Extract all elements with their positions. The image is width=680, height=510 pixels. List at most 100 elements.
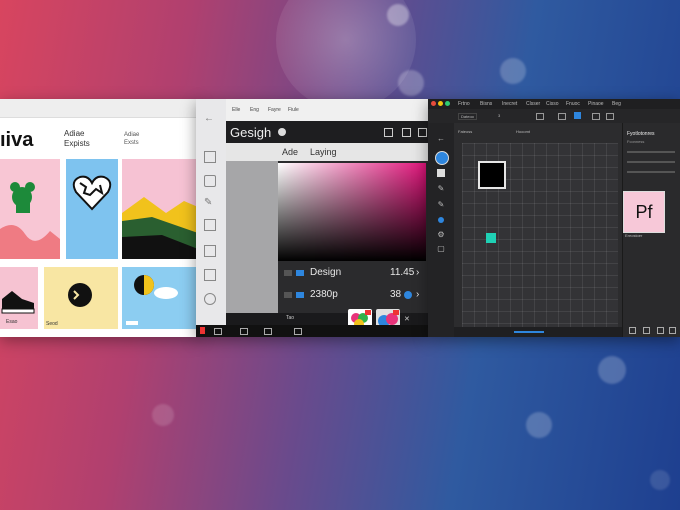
panel-icon[interactable] — [643, 327, 650, 334]
gallery-tile-face[interactable]: Seod — [44, 267, 118, 329]
back-icon[interactable]: ← — [204, 113, 214, 124]
properties-panel: Fyotlotonres Fconness Pf Ereostoer — [622, 123, 680, 337]
panel-icon[interactable] — [669, 327, 676, 334]
settings-icon[interactable] — [204, 293, 216, 305]
pf-caption: Ereostoer — [625, 233, 643, 238]
options-value[interactable]: 3 — [498, 113, 500, 118]
status-icon[interactable] — [264, 328, 272, 335]
menu-item[interactable]: Fiule — [288, 107, 299, 113]
pencil-icon[interactable]: ✎ — [436, 201, 446, 209]
tool-icon[interactable] — [536, 113, 544, 120]
panel-slider[interactable] — [627, 151, 675, 153]
copy-icon[interactable] — [384, 128, 393, 137]
panel-subtitle: Fconness — [627, 139, 645, 144]
window-minimize-icon[interactable] — [438, 101, 443, 106]
status-dot-icon — [404, 291, 412, 299]
color-swatch-icon[interactable] — [435, 151, 449, 165]
folder-icon — [296, 292, 304, 298]
subtitle-line: Adiae — [64, 129, 85, 138]
arrow-left-icon[interactable]: ← — [436, 135, 446, 143]
share-icon[interactable] — [418, 128, 427, 137]
property-row-design[interactable]: Design 11.45 › — [278, 263, 426, 285]
tab-ade[interactable]: Ade — [282, 147, 298, 157]
heart-illustration-icon — [72, 175, 112, 211]
selected-square-shape[interactable] — [478, 161, 506, 189]
header-subtitle-secondary: Adiae Exsts — [124, 131, 139, 147]
dot-icon[interactable] — [438, 217, 444, 223]
menu-item[interactable]: Pinaoe — [588, 101, 604, 107]
record-icon[interactable] — [278, 128, 286, 136]
options-bar: Dateoo 3 — [428, 109, 680, 123]
status-icon[interactable] — [240, 328, 248, 335]
menu-item[interactable]: Beg — [612, 101, 621, 107]
menu-item[interactable]: Fnuoc — [566, 101, 580, 107]
layers-pane — [226, 161, 278, 325]
export-icon[interactable] — [402, 128, 411, 137]
gallery-tile-moon[interactable] — [122, 267, 198, 329]
tools-sidebar: ← ✎ — [196, 99, 226, 325]
gallery-tile-shoe[interactable]: Esao — [0, 267, 38, 329]
canvas-tab[interactable]: Hooomt — [516, 129, 530, 134]
pin-icon[interactable] — [200, 327, 205, 334]
tab-laying[interactable]: Laying — [310, 147, 337, 157]
gallery-window-titlebar — [0, 99, 200, 118]
subtitle-line: Expists — [64, 139, 90, 148]
tile-caption: Seod — [46, 321, 58, 327]
chevron-right-icon: › — [416, 267, 420, 278]
menu-item[interactable]: Elle — [232, 107, 240, 113]
toolbar-label: Tao — [286, 315, 295, 321]
gallery-tile-heart[interactable] — [66, 159, 118, 259]
options-field[interactable]: Dateoo — [458, 113, 477, 120]
menu-item[interactable]: Bisns — [480, 101, 492, 107]
frog-illustration-icon — [0, 182, 60, 259]
menu-item[interactable]: Frtno — [458, 101, 470, 107]
panel-icon[interactable] — [657, 327, 664, 334]
gallery-tile-frog[interactable] — [0, 159, 60, 259]
tab-bar: Ade Laying — [226, 143, 428, 161]
tool-icon[interactable] — [606, 113, 614, 120]
tool-icon[interactable] — [592, 113, 600, 120]
menu-item[interactable]: Cisso — [546, 101, 559, 107]
crop-icon[interactable] — [204, 245, 216, 257]
row-label: 2380p — [310, 289, 338, 300]
square-icon[interactable] — [437, 169, 445, 177]
x-icon[interactable]: ✕ — [404, 315, 410, 323]
window-close-icon[interactable] — [431, 101, 436, 106]
pen-icon[interactable]: ✎ — [204, 197, 212, 208]
moon-cloud-illustration-icon — [126, 275, 178, 325]
photo-editor-window: Frtno Bisns Inecret Clsser Cisso Fnuoc P… — [428, 99, 680, 337]
row-value: 38 — [390, 289, 402, 300]
color-picker-gradient[interactable] — [278, 163, 426, 261]
eraser-icon[interactable]: ▢ — [436, 245, 446, 253]
pf-app-icon[interactable]: Pf — [623, 191, 665, 233]
menu-item[interactable]: Fayre — [268, 107, 281, 113]
status-icon[interactable] — [214, 328, 222, 335]
cyan-square-shape[interactable] — [486, 233, 496, 243]
menu-item[interactable]: Eng — [250, 107, 259, 113]
menu-bar: Elle Eng Fayre Fiule — [226, 99, 428, 121]
folder-icon — [296, 270, 304, 276]
menu-item[interactable]: Clsser — [526, 101, 540, 107]
panel-icon[interactable] — [629, 327, 636, 334]
panel-slider[interactable] — [627, 171, 675, 173]
panel-slider[interactable] — [627, 161, 675, 163]
grid-icon[interactable] — [204, 269, 216, 281]
menu-item[interactable]: Inecret — [502, 101, 517, 107]
bokeh-light — [650, 470, 670, 490]
window-maximize-icon[interactable] — [445, 101, 450, 106]
gallery-tile-landscape[interactable] — [122, 159, 198, 259]
shape-icon[interactable] — [204, 175, 216, 187]
tool-icon[interactable] — [558, 113, 566, 120]
tools-panel: ← ✎ ✎ ⚙ ▢ — [428, 123, 454, 337]
canvas-tab[interactable]: Fateoss — [458, 129, 472, 134]
brush-icon[interactable]: ✎ — [436, 185, 446, 193]
layout-icon[interactable] — [204, 151, 216, 163]
status-icon[interactable] — [294, 328, 302, 335]
eyedropper-icon[interactable]: ⚙ — [436, 231, 446, 239]
bokeh-light — [152, 404, 174, 426]
tool-icon[interactable] — [574, 112, 581, 119]
artboard-canvas[interactable] — [462, 143, 618, 327]
chevron-right-icon: › — [416, 289, 420, 300]
property-row-size[interactable]: 2380p 38 › — [278, 285, 426, 307]
frame-icon[interactable] — [204, 219, 216, 231]
